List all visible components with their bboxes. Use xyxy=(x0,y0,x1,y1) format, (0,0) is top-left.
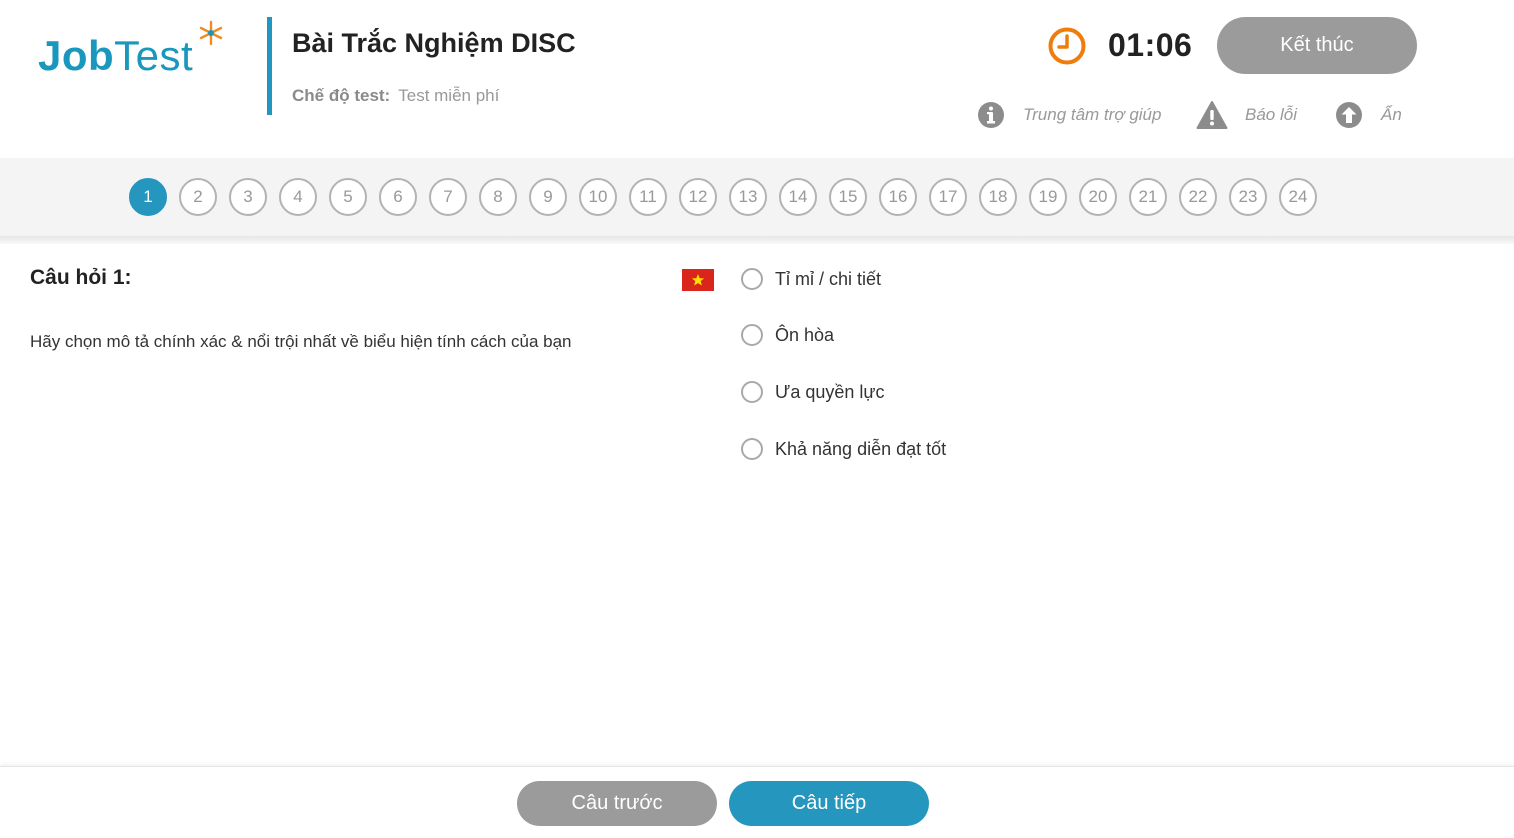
vietnam-flag-icon[interactable] xyxy=(682,269,714,291)
question-number-17[interactable]: 17 xyxy=(929,178,967,216)
question-number-9[interactable]: 9 xyxy=(529,178,567,216)
jobtest-logo[interactable]: JobTest xyxy=(38,20,228,82)
header-divider xyxy=(267,17,272,115)
answer-option-label: Ưa quyền lực xyxy=(775,381,885,402)
question-title: Câu hỏi 1: xyxy=(30,266,132,289)
question-number-19[interactable]: 19 xyxy=(1029,178,1067,216)
test-mode-value: Test miễn phí xyxy=(398,86,500,105)
question-number-18[interactable]: 18 xyxy=(979,178,1017,216)
question-number-7[interactable]: 7 xyxy=(429,178,467,216)
question-number-24[interactable]: 24 xyxy=(1279,178,1317,216)
logo-text: JobTest xyxy=(38,32,194,79)
question-number-3[interactable]: 3 xyxy=(229,178,267,216)
question-number-21[interactable]: 21 xyxy=(1129,178,1167,216)
question-number-13[interactable]: 13 xyxy=(729,178,767,216)
clock-icon xyxy=(1048,27,1086,65)
question-number-6[interactable]: 6 xyxy=(379,178,417,216)
question-number-15[interactable]: 15 xyxy=(829,178,867,216)
hide-link[interactable]: Ẩn xyxy=(1334,100,1402,130)
next-question-button[interactable]: Câu tiếp xyxy=(729,781,929,826)
question-number-12[interactable]: 12 xyxy=(679,178,717,216)
question-number-20[interactable]: 20 xyxy=(1079,178,1117,216)
answer-option-4[interactable]: Khả năng diễn đạt tốt xyxy=(741,438,946,460)
question-number-22[interactable]: 22 xyxy=(1179,178,1217,216)
star-icon xyxy=(199,20,223,46)
answer-option-label: Ôn hòa xyxy=(775,324,835,345)
radio-button[interactable] xyxy=(741,324,763,346)
test-mode-label: Chế độ test: xyxy=(292,86,391,105)
previous-question-button[interactable]: Câu trước xyxy=(517,781,717,826)
radio-button[interactable] xyxy=(741,381,763,403)
arrow-up-circle-icon xyxy=(1336,102,1362,128)
question-number-5[interactable]: 5 xyxy=(329,178,367,216)
question-number-14[interactable]: 14 xyxy=(779,178,817,216)
question-number-10[interactable]: 10 xyxy=(579,178,617,216)
header: JobTest Bài Trắc Nghiệm DISC Chế độ test… xyxy=(0,0,1514,158)
help-center-link[interactable]: Trung tâm trợ giúp xyxy=(976,100,1161,130)
question-number-4[interactable]: 4 xyxy=(279,178,317,216)
question-number-8[interactable]: 8 xyxy=(479,178,517,216)
countdown-timer: 01:06 xyxy=(1108,27,1193,63)
star-icon xyxy=(691,274,705,286)
warning-icon xyxy=(1196,101,1228,129)
info-icon xyxy=(978,102,1004,128)
question-text: Hãy chọn mô tả chính xác & nổi trội nhất… xyxy=(30,332,572,351)
test-mode: Chế độ test: Test miễn phí xyxy=(292,86,499,106)
answer-option-2[interactable]: Ôn hòa xyxy=(741,324,834,346)
navigator-shadow xyxy=(0,236,1514,244)
finish-button[interactable]: Kết thúc xyxy=(1217,17,1417,74)
radio-button[interactable] xyxy=(741,438,763,460)
page-title: Bài Trắc Nghiệm DISC xyxy=(292,28,576,58)
question-number-16[interactable]: 16 xyxy=(879,178,917,216)
answer-option-label: Tỉ mỉ / chi tiết xyxy=(775,268,882,289)
radio-button[interactable] xyxy=(741,268,763,290)
answer-option-1[interactable]: Tỉ mỉ / chi tiết xyxy=(741,268,881,290)
report-error-link[interactable]: Báo lỗi xyxy=(1196,100,1297,130)
question-number-23[interactable]: 23 xyxy=(1229,178,1267,216)
question-number-2[interactable]: 2 xyxy=(179,178,217,216)
hide-label: Ẩn xyxy=(1381,105,1402,124)
question-number-11[interactable]: 11 xyxy=(629,178,667,216)
answer-option-3[interactable]: Ưa quyền lực xyxy=(741,381,884,403)
help-center-label: Trung tâm trợ giúp xyxy=(1023,105,1162,124)
question-number-1[interactable]: 1 xyxy=(129,178,167,216)
report-error-label: Báo lỗi xyxy=(1245,105,1297,124)
answer-option-label: Khả năng diễn đạt tốt xyxy=(775,438,947,459)
